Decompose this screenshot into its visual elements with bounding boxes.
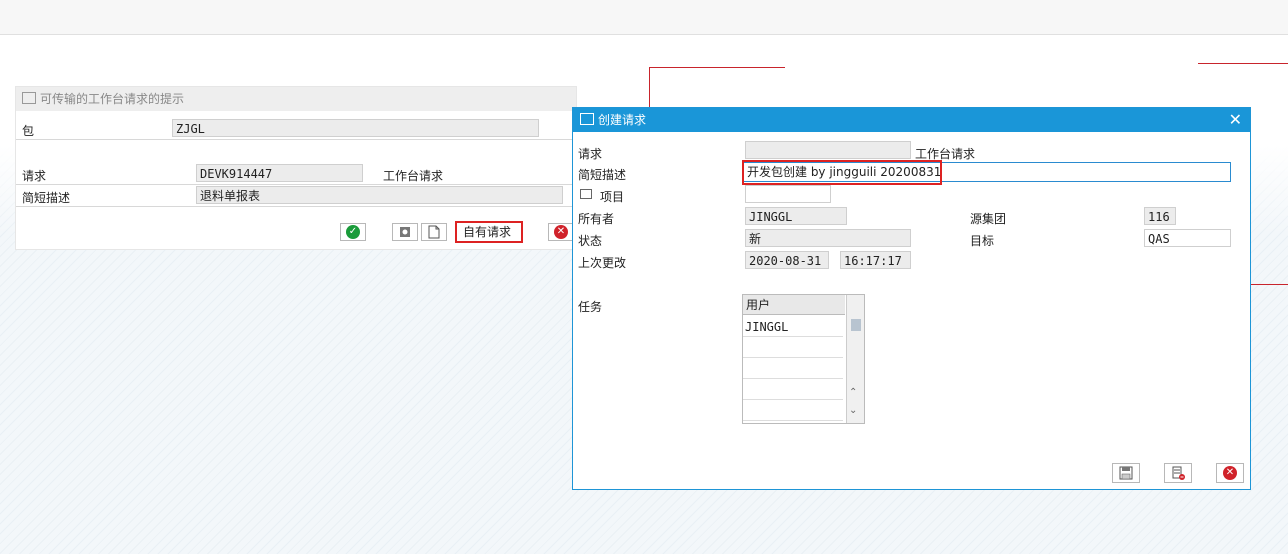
delete-icon xyxy=(1172,466,1185,480)
target-label: 目标 xyxy=(970,234,995,248)
new-document-button[interactable] xyxy=(421,223,447,241)
save-icon xyxy=(1119,466,1133,480)
table-row[interactable] xyxy=(743,338,843,358)
owner-field: JINGGL xyxy=(745,207,847,225)
tasks-table: 用户 JINGGL ⌃ ⌄ xyxy=(742,294,865,424)
status-label: 状态 xyxy=(578,234,603,248)
status-field: 新 xyxy=(745,229,911,247)
transport-request-prompt-dialog: 可传输的工作台请求的提示 包 ZJGL 请求 DEVK914447 工作台请求 … xyxy=(15,86,577,250)
dialog-title-bar: 可传输的工作台请求的提示 xyxy=(16,87,576,111)
table-row[interactable] xyxy=(743,401,843,421)
last-changed-label: 上次更改 xyxy=(578,256,627,270)
red-guide-line xyxy=(649,67,785,68)
request-label: 请求 xyxy=(578,147,603,161)
document-icon xyxy=(428,225,440,239)
create-request-dialog: 创建请求 ✕ 请求 工作台请求 简短描述 开发包创建 by jingguili … xyxy=(572,107,1251,490)
request-field xyxy=(745,141,911,159)
red-guide-line xyxy=(1198,63,1288,64)
table-row[interactable] xyxy=(743,380,843,400)
delete-button[interactable] xyxy=(1164,463,1192,483)
project-label: 项目 xyxy=(600,190,625,204)
table-scrollbar[interactable]: ⌃ ⌄ xyxy=(846,295,864,423)
project-icon xyxy=(580,189,592,199)
dialog-title: 可传输的工作台请求的提示 xyxy=(40,92,185,106)
close-icon[interactable]: ✕ xyxy=(1229,108,1242,132)
request-type-label: 工作台请求 xyxy=(383,169,444,183)
settings-button[interactable] xyxy=(392,223,418,241)
project-field[interactable] xyxy=(745,185,831,203)
scroll-up-icon[interactable]: ⌃ xyxy=(849,387,857,398)
package-label: 包 xyxy=(22,124,35,138)
owner-label: 所有者 xyxy=(578,212,615,226)
table-header: 用户 xyxy=(743,295,845,315)
dialog-icon xyxy=(22,92,36,104)
source-client-label: 源集团 xyxy=(970,212,1007,226)
tasks-label: 任务 xyxy=(578,300,603,314)
scroll-down-icon[interactable]: ⌄ xyxy=(849,405,857,416)
own-requests-button[interactable]: 自有请求 xyxy=(455,221,523,243)
package-field[interactable]: ZJGL xyxy=(172,119,539,137)
dialog-title: 创建请求 xyxy=(598,113,647,127)
table-row[interactable]: JINGGL xyxy=(743,317,843,337)
last-changed-date: 2020-08-31 xyxy=(745,251,829,269)
save-button[interactable] xyxy=(1112,463,1140,483)
red-guide-line xyxy=(649,67,650,109)
table-row[interactable] xyxy=(743,359,843,379)
gear-icon xyxy=(400,227,410,237)
short-desc-label: 简短描述 xyxy=(578,168,627,182)
last-changed-time: 16:17:17 xyxy=(840,251,911,269)
source-client-field: 116 xyxy=(1144,207,1176,225)
short-desc-field[interactable]: 退料单报表 xyxy=(196,186,563,204)
cancel-button[interactable]: ✕ xyxy=(548,223,574,241)
request-label: 请求 xyxy=(22,169,47,183)
cancel-circle-icon: ✕ xyxy=(554,225,568,239)
request-field[interactable]: DEVK914447 xyxy=(196,164,363,182)
cancel-circle-icon: ✕ xyxy=(1223,466,1237,480)
dialog-title-bar: 创建请求 ✕ xyxy=(573,108,1250,132)
scrollbar-thumb[interactable] xyxy=(851,319,861,331)
top-toolbar xyxy=(0,0,1288,35)
short-desc-label: 简短描述 xyxy=(22,191,71,205)
check-circle-icon: ✓ xyxy=(346,225,360,239)
short-desc-highlight xyxy=(742,160,942,185)
confirm-button[interactable]: ✓ xyxy=(340,223,366,241)
target-field[interactable]: QAS xyxy=(1144,229,1231,247)
cancel-button[interactable]: ✕ xyxy=(1216,463,1244,483)
dialog-icon xyxy=(580,113,594,125)
